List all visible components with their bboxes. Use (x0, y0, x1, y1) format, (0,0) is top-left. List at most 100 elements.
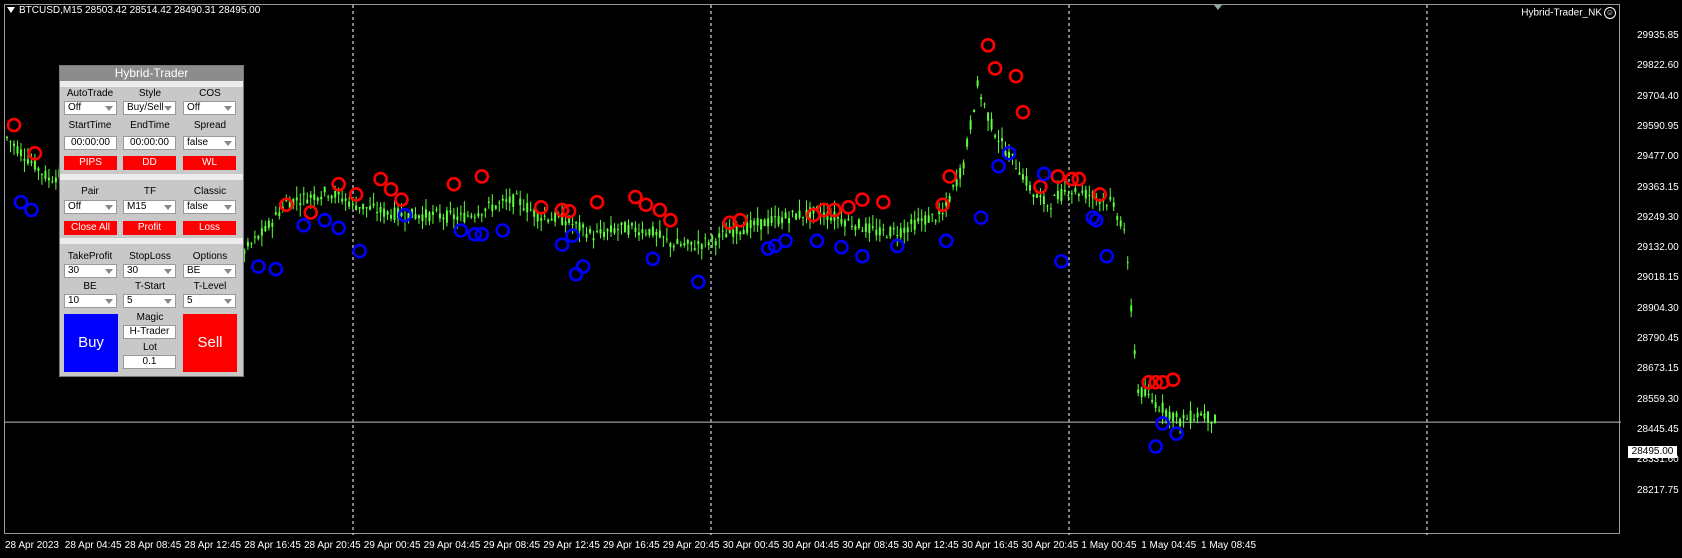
price-tick-label: 29704.40 (1637, 90, 1679, 102)
panel-separator (60, 81, 243, 87)
magic-input[interactable]: H-Trader (123, 325, 176, 339)
candle-body (23, 159, 26, 161)
buy-signal-marker (568, 266, 584, 282)
candle-body (1035, 194, 1038, 198)
candle-body (777, 216, 780, 225)
takeprofit-select[interactable]: 30 (64, 264, 117, 278)
candle-body (487, 201, 490, 203)
time-tick-label: 29 Apr 00:45 (363, 540, 421, 551)
candle-body (582, 224, 585, 228)
candle-body (341, 198, 344, 202)
candle-body (857, 219, 860, 229)
profit-button[interactable]: Profit (123, 221, 176, 235)
candle-body (1032, 194, 1035, 198)
candle-body (1084, 189, 1087, 199)
candle-body (767, 218, 770, 227)
lot-label: Lot (143, 342, 157, 353)
chevron-down-icon (164, 106, 172, 111)
candle-body (686, 239, 689, 244)
candle-body (337, 191, 340, 195)
candle-body (575, 222, 578, 224)
candle-body (732, 229, 735, 237)
wl-button[interactable]: WL (183, 156, 236, 170)
tstart-label: T-Start (134, 281, 165, 292)
candle-body (484, 208, 487, 211)
chevron-down-icon (105, 106, 113, 111)
buy-signal-marker (24, 202, 39, 218)
candle-body (1067, 194, 1070, 196)
candle-body (662, 236, 665, 238)
sell-signal-marker (6, 117, 22, 133)
be-select[interactable]: 10 (64, 294, 117, 308)
time-tick-label: 29 Apr 08:45 (483, 540, 541, 551)
stoploss-select[interactable]: 30 (123, 264, 176, 278)
candle-body (383, 208, 386, 217)
cos-select[interactable]: Off (183, 101, 236, 115)
candle-body (966, 138, 969, 147)
candle-body (948, 195, 951, 202)
candle-body (941, 213, 944, 215)
candle-body (323, 187, 326, 193)
candle-body (1123, 229, 1126, 231)
candle-body (295, 197, 298, 201)
candle-body (679, 244, 682, 246)
time-tick-label: 30 Apr 08:45 (842, 540, 899, 551)
loss-button[interactable]: Loss (183, 221, 236, 235)
sell-signal-marker (589, 194, 605, 210)
candle-body (1214, 414, 1216, 424)
classic-label: Classic (193, 186, 227, 197)
candle-body (390, 214, 393, 219)
candle-body (934, 220, 937, 222)
candle-body (264, 225, 267, 232)
candle-body (285, 200, 288, 202)
autotrade-select[interactable]: Off (64, 101, 117, 115)
candle-body (1063, 189, 1066, 192)
candle-body (372, 203, 375, 206)
candle-body (795, 213, 798, 220)
candle-body (1126, 262, 1129, 264)
endtime-input[interactable]: 00:00:00 (123, 136, 176, 150)
style-select[interactable]: Buy/Sell (123, 101, 176, 115)
candle-body (19, 149, 22, 157)
candle-body (1077, 194, 1080, 196)
options-select[interactable]: BE (183, 264, 236, 278)
time-tick-label: 29 Apr 20:45 (662, 540, 720, 551)
candle-body (672, 245, 675, 248)
panel-separator (60, 238, 243, 244)
price-chart[interactable] (5, 5, 1621, 535)
candle-body (501, 198, 504, 201)
close-all-button[interactable]: Close All (64, 221, 117, 235)
chart-area[interactable] (4, 4, 1621, 535)
pips-button[interactable]: PIPS (64, 156, 117, 170)
tstart-select[interactable]: 5 (123, 294, 176, 308)
panel-title[interactable]: Hybrid-Trader (60, 66, 243, 81)
time-tick-label: 28 Apr 04:45 (64, 540, 122, 551)
sell-button[interactable]: Sell (183, 314, 237, 372)
candle-body (442, 217, 445, 220)
candle-body (47, 177, 50, 181)
chevron-down-icon (105, 299, 113, 304)
candle-body (599, 229, 602, 234)
tf-select[interactable]: M15 (123, 200, 176, 214)
pair-select[interactable]: Off (64, 200, 117, 214)
candle-body (431, 211, 434, 215)
lot-input[interactable]: 0.1 (123, 355, 176, 369)
candle-body (456, 216, 459, 220)
sell-signal-marker (1008, 68, 1024, 84)
candle-body (445, 210, 448, 223)
time-tick-label: 30 Apr 16:45 (961, 540, 1019, 551)
dropdown-arrow-icon[interactable] (7, 7, 15, 14)
tf-label: TF (143, 186, 157, 197)
time-tick-label: 29 Apr 16:45 (603, 540, 660, 551)
candle-body (526, 202, 529, 213)
dd-button[interactable]: DD (123, 156, 176, 170)
time-tick-label: 1 May 08:45 (1201, 540, 1257, 551)
buy-button[interactable]: Buy (64, 314, 118, 372)
tlevel-select[interactable]: 5 (183, 294, 236, 308)
candle-body (1011, 153, 1014, 156)
candle-body (997, 140, 1000, 142)
candle-body (1060, 188, 1063, 201)
starttime-input[interactable]: 00:00:00 (64, 136, 117, 150)
spread-select[interactable]: false (183, 136, 236, 150)
classic-select[interactable]: false (183, 200, 236, 214)
